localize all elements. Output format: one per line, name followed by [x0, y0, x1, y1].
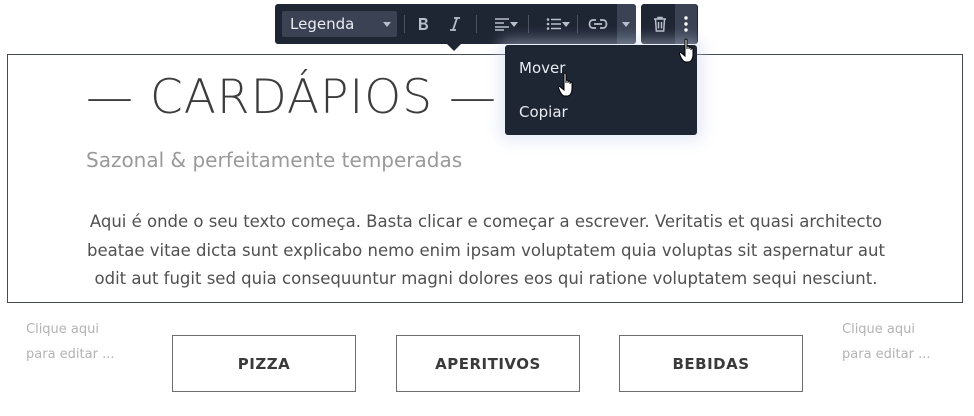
toolbar-divider	[476, 15, 477, 33]
placeholder-line: Clique aqui	[842, 322, 915, 337]
chevron-down-icon	[622, 22, 630, 27]
font-style-value: Legenda	[290, 15, 355, 33]
bebidas-button[interactable]: BEBIDAS	[619, 335, 803, 392]
chevron-down-icon	[383, 22, 391, 27]
placeholder-line: Clique aqui	[26, 322, 99, 337]
right-edit-placeholder[interactable]: Clique aqui para editar ...	[842, 318, 952, 367]
section-body: Aqui é onde o seu texto começa. Basta cl…	[70, 208, 902, 294]
trash-icon	[654, 16, 666, 32]
aperitivos-button[interactable]: APERITIVOS	[396, 335, 580, 392]
toolbar-divider	[404, 15, 405, 33]
section-subtitle: Sazonal & perfeitamente temperadas	[86, 148, 463, 172]
toolbar-divider	[577, 15, 578, 33]
placeholder-line: para editar ...	[26, 346, 115, 362]
block-options-menu: Mover Copiar	[505, 45, 697, 135]
link-button[interactable]	[583, 4, 613, 44]
more-vertical-icon	[684, 16, 688, 32]
align-button[interactable]	[484, 4, 520, 44]
more-format-button[interactable]	[617, 4, 636, 44]
bold-icon	[419, 18, 428, 30]
section-title: — CARDÁPIOS —	[86, 70, 498, 125]
placeholder-line: para editar ...	[842, 346, 931, 362]
align-left-icon	[495, 18, 509, 31]
body-line: beatae vitae dicta sunt explicabo nemo e…	[87, 240, 885, 260]
italic-icon	[450, 17, 460, 31]
body-line: Aqui é onde o seu texto começa. Basta cl…	[89, 212, 883, 231]
italic-button[interactable]	[444, 4, 466, 44]
bold-button[interactable]	[412, 4, 434, 44]
hand-cursor-icon	[679, 38, 694, 63]
menu-item-copiar[interactable]: Copiar	[519, 103, 568, 121]
hand-cursor-icon	[558, 72, 573, 97]
toolbar-pointer	[446, 43, 462, 51]
delete-button[interactable]	[647, 4, 673, 44]
body-line: odit aut fugit sed quia consequuntur mag…	[94, 269, 878, 288]
list-button[interactable]	[536, 4, 572, 44]
link-icon	[588, 19, 608, 29]
pizza-button[interactable]: PIZZA	[172, 335, 356, 392]
font-style-select[interactable]: Legenda	[282, 11, 397, 37]
chevron-down-icon	[562, 22, 570, 27]
chevron-down-icon	[510, 22, 518, 27]
left-edit-placeholder[interactable]: Clique aqui para editar ...	[26, 318, 136, 367]
text-format-toolbar: Legenda	[275, 4, 636, 44]
list-icon	[546, 18, 561, 30]
toolbar-divider	[528, 15, 529, 33]
